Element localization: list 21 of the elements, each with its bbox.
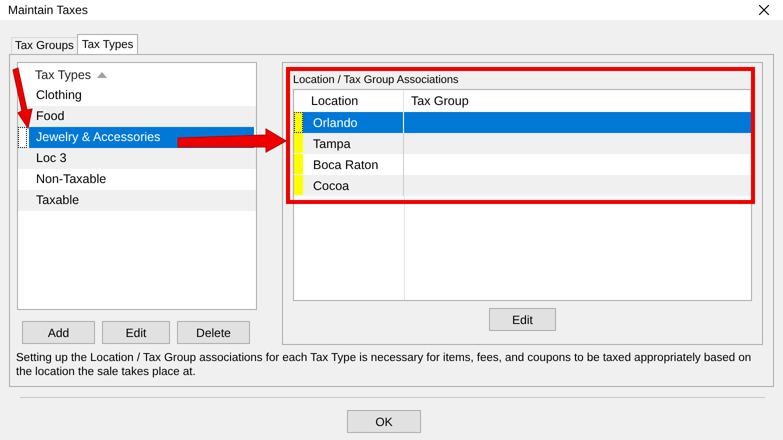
action-button[interactable]: Delete [177, 321, 250, 344]
sort-up-icon [97, 72, 108, 78]
table-cell: Tampa [303, 133, 404, 154]
arrow-annotation [12, 67, 33, 130]
description-text: Setting up the Location / Tax Group associations for each Tax Type is necessary for items, fees, and coupons to be taxed appropriately based on the location the sale takes place at. [16, 351, 752, 379]
column-header[interactable]: Tax Types [29, 68, 92, 82]
ok-button[interactable]: OK [347, 410, 421, 433]
table-cell: Orlando [303, 112, 404, 133]
tab[interactable]: Tax Types [76, 34, 138, 54]
action-button[interactable]: Edit [102, 321, 170, 344]
grid-row[interactable]: Cocoa [294, 175, 751, 196]
grid-row[interactable]: Tampa [294, 133, 751, 154]
table-cell: Cocoa [303, 175, 404, 196]
list-item[interactable]: Non-Taxable [29, 169, 254, 190]
tab[interactable]: Tax Groups [11, 37, 78, 54]
list-item[interactable]: Clothing [29, 85, 254, 106]
grid-title: Location / Tax Group Associations [293, 74, 460, 88]
edit-button[interactable]: Edit [489, 308, 556, 331]
close-icon[interactable] [759, 5, 769, 15]
window-title: Maintain Taxes [8, 3, 88, 17]
action-button[interactable]: Add [22, 321, 95, 344]
